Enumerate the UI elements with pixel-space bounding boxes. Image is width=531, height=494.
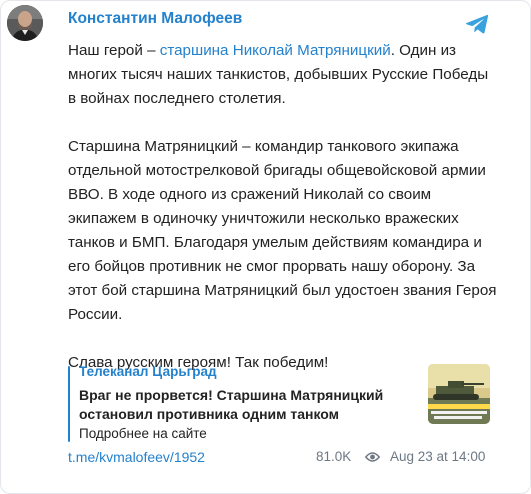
post-paragraph-1: Наш герой – старшина Николай Матряницкий… — [68, 39, 498, 111]
link-preview-thumbnail[interactable] — [428, 364, 490, 424]
post-text: Наш герой – старшина Николай Матряницкий… — [68, 39, 498, 375]
telegram-icon[interactable] — [465, 13, 489, 35]
tank-thumbnail-image — [428, 364, 490, 424]
telegram-post-card: Константин Малофеев Наш герой – старшина… — [0, 0, 531, 494]
post-paragraph-2: Старшина Матряницкий – командир танковог… — [68, 138, 497, 323]
link-preview-title[interactable]: Враг не прорвется! Старшина Матряницкий … — [79, 386, 399, 424]
hero-name-link[interactable]: старшина Николай Матряницкий — [160, 42, 391, 59]
eye-icon — [365, 452, 380, 462]
link-preview[interactable]: Телеканал Царьград Враг не прорвется! Ст… — [68, 364, 492, 444]
channel-author-name[interactable]: Константин Малофеев — [68, 10, 242, 28]
avatar-image — [7, 5, 43, 41]
link-preview-site-name[interactable]: Телеканал Царьград — [79, 364, 217, 379]
paragraph-1-prefix: Наш герой – — [68, 42, 160, 59]
link-preview-accent-bar — [68, 366, 70, 442]
post-permalink[interactable]: t.me/kvmalofeev/1952 — [68, 449, 205, 465]
link-preview-more-link[interactable]: Подробнее на сайте — [79, 426, 207, 441]
post-date[interactable]: Aug 23 at 14:00 — [390, 449, 485, 464]
views-count: 81.0K — [316, 449, 352, 464]
avatar[interactable] — [7, 5, 43, 41]
